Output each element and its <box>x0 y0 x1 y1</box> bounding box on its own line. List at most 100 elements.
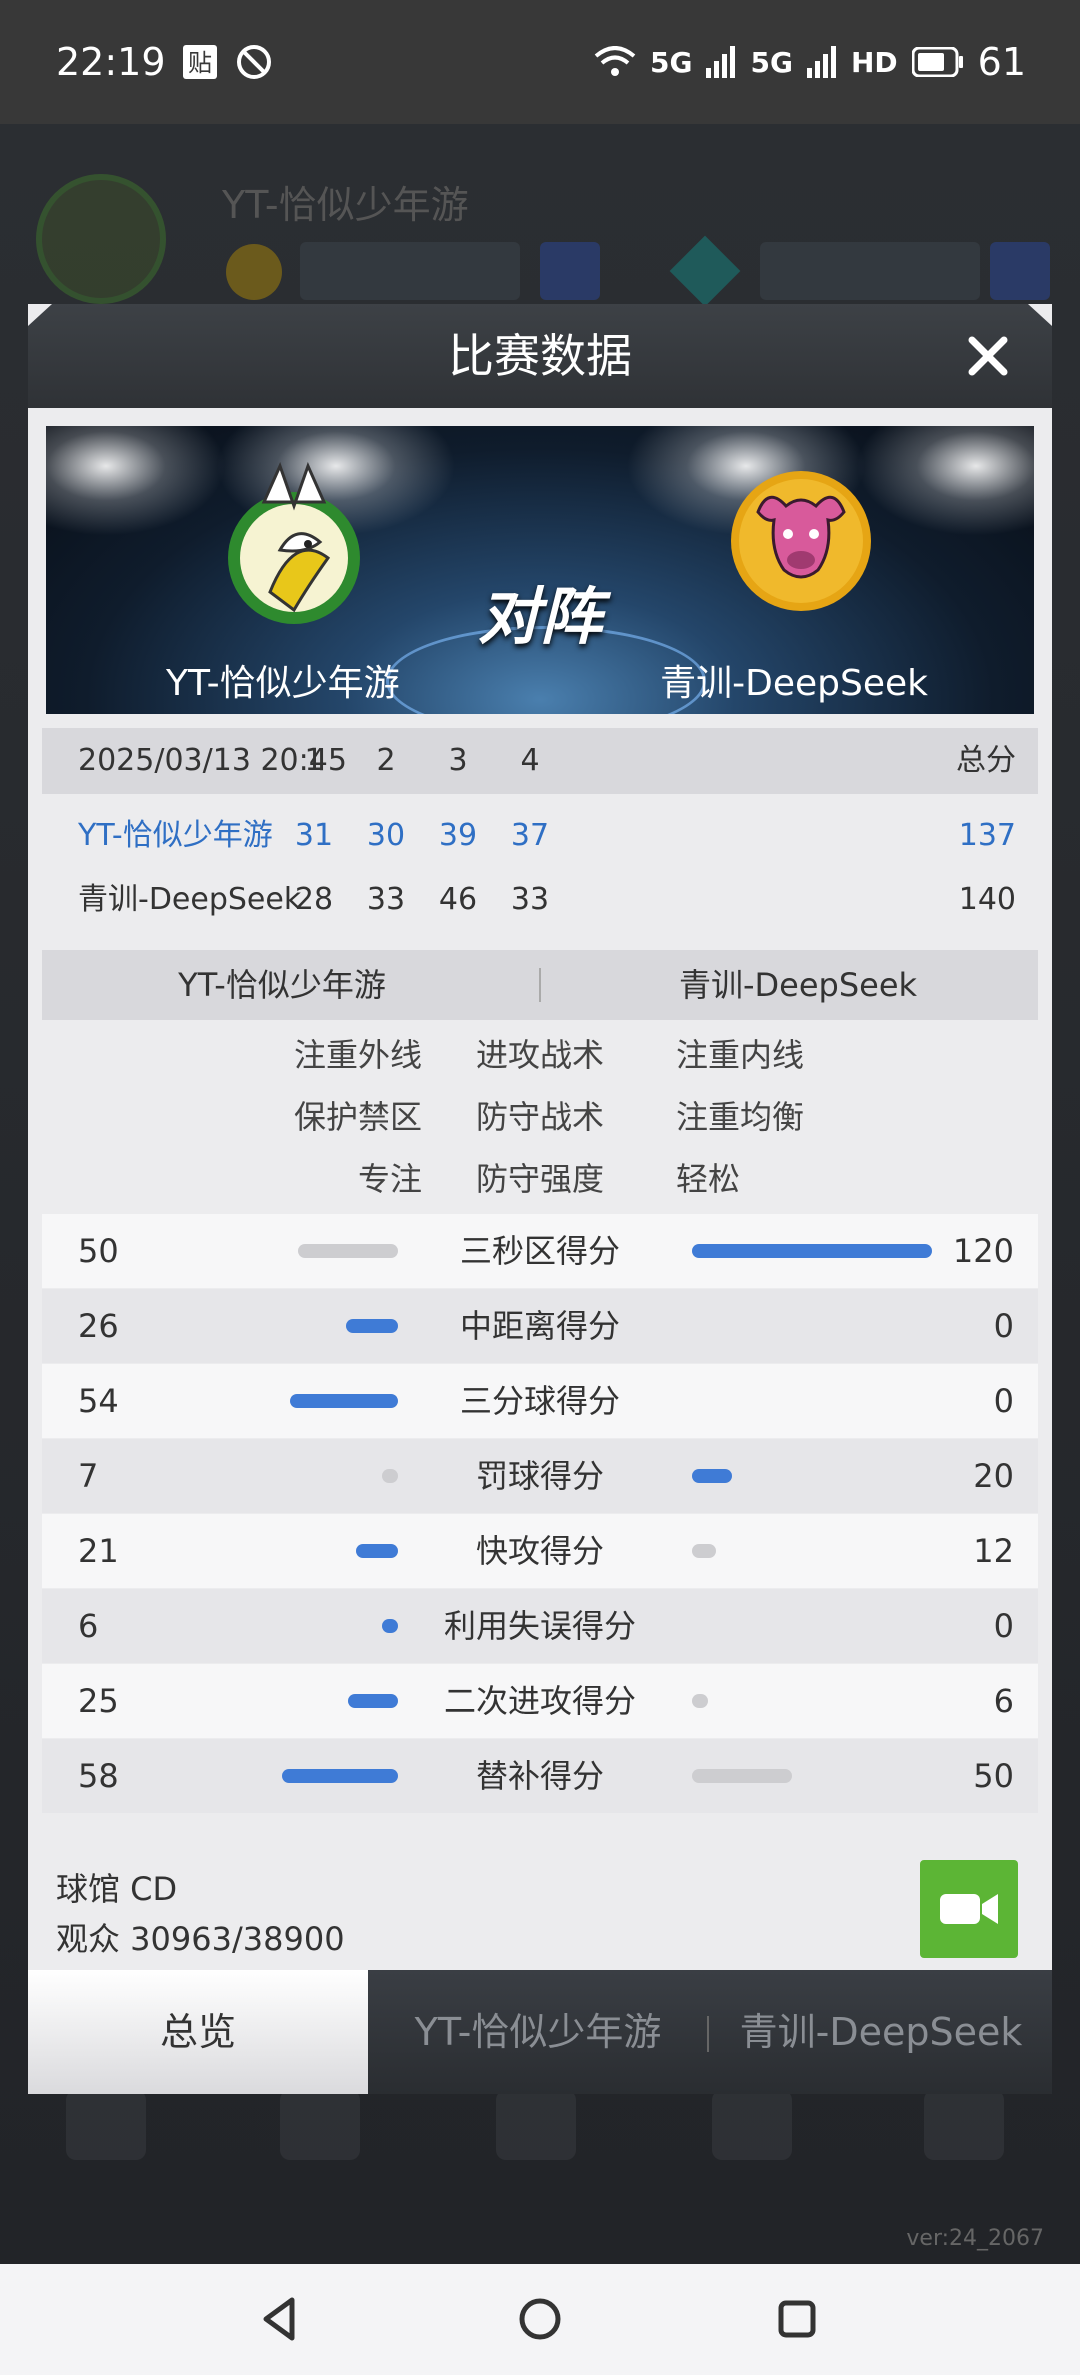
stat-row: 26 中距离得分 0 <box>42 1289 1038 1363</box>
hd-indicator: HD <box>850 45 898 79</box>
quarter-score: 28 <box>294 882 334 917</box>
close-button[interactable] <box>958 326 1018 386</box>
away-stat-value: 20 <box>973 1457 1014 1495</box>
stat-row: 54 三分球得分 0 <box>42 1364 1038 1438</box>
bg-nav-icon-5 <box>924 2090 1004 2160</box>
home-stat-bar <box>382 1619 398 1633</box>
stat-row: 50 三秒区得分 120 <box>42 1214 1038 1288</box>
away-stat-value: 50 <box>973 1757 1014 1795</box>
gem-balance <box>760 242 980 300</box>
tactics-away-team: 青训-DeepSeek <box>678 966 918 1004</box>
tactics-row: 注重外线 进攻战术 注重内线 <box>42 1024 1038 1086</box>
home-icon <box>519 2298 561 2340</box>
close-icon <box>968 336 1008 376</box>
status-right: 5G 5G HD 61 <box>594 40 1026 84</box>
back-icon <box>263 2297 295 2341</box>
stat-row: 25 二次进攻得分 6 <box>42 1664 1038 1738</box>
home-stat-bar <box>356 1544 398 1558</box>
away-tactic: 注重均衡 <box>676 1098 805 1136</box>
home-team-link[interactable]: YT-恰似少年游 <box>78 804 273 868</box>
home-stat-bar <box>290 1394 398 1408</box>
bg-nav-icon-4 <box>712 2090 792 2160</box>
bg-nav-icon-3 <box>496 2090 576 2160</box>
stat-row: 58 替补得分 50 <box>42 1739 1038 1813</box>
away-stat-value: 0 <box>993 1307 1014 1345</box>
add-coin-button <box>540 242 600 300</box>
background-team-name: YT-恰似少年游 <box>222 183 469 227</box>
stat-row: 6 利用失误得分 0 <box>42 1589 1038 1663</box>
attendance: 观众 30963/38900 <box>56 1920 345 1958</box>
modal-title: 比赛数据 <box>448 329 632 383</box>
away-stat-value: 12 <box>973 1532 1014 1570</box>
network-type: 5G <box>650 45 693 79</box>
total-label: 总分 <box>956 743 1016 778</box>
match-data-modal: 比赛数据 对阵 YT-恰似少年游 青训-DeepSeek 2025/03/13 … <box>28 304 1052 2094</box>
tab-overview[interactable]: 总览 <box>28 1970 368 2094</box>
video-camera-icon <box>940 1894 998 1924</box>
svg-text:贴: 贴 <box>188 49 212 77</box>
tab-away-team[interactable]: 青训-DeepSeek <box>710 1970 1052 2094</box>
stat-label: 利用失误得分 <box>443 1607 636 1645</box>
tactic-label: 防守强度 <box>475 1160 604 1198</box>
away-score-row: 青训-DeepSeek 28 33 46 33 140 <box>42 868 1038 932</box>
away-stat-bar <box>692 1244 932 1258</box>
video-replay-button[interactable] <box>920 1860 1018 1958</box>
home-stat-bar <box>348 1694 398 1708</box>
home-stat-bar <box>282 1769 398 1783</box>
sticker-icon: 贴 <box>182 44 218 80</box>
quarter-score: 30 <box>366 818 406 853</box>
network-type-2: 5G <box>750 45 793 79</box>
home-score-row[interactable]: YT-恰似少年游 31 30 39 37 137 <box>42 804 1038 868</box>
away-team-label: 青训-DeepSeek <box>78 882 302 917</box>
bottom-tabs: 总览 YT-恰似少年游 青训-DeepSeek <box>28 1970 1052 2094</box>
home-stat-bar <box>382 1469 398 1483</box>
stat-label: 中距离得分 <box>459 1307 620 1345</box>
away-stat-bar <box>692 1544 716 1558</box>
home-button[interactable] <box>509 2288 571 2350</box>
stat-label: 三分球得分 <box>459 1382 620 1420</box>
home-stat-bar <box>298 1244 398 1258</box>
divider <box>539 968 541 1002</box>
signal-icon <box>706 46 736 78</box>
tactics-header: YT-恰似少年游 青训-DeepSeek <box>42 950 1038 1020</box>
stat-label: 快攻得分 <box>475 1532 604 1570</box>
away-tactic: 注重内线 <box>676 1036 805 1074</box>
quarter-score: 46 <box>438 882 478 917</box>
tactics-row: 保护禁区 防守战术 注重均衡 <box>42 1086 1038 1148</box>
away-stat-bar <box>692 1469 732 1483</box>
stat-label: 二次进攻得分 <box>443 1682 636 1720</box>
gem-icon <box>669 235 741 307</box>
quarter-score: 33 <box>510 882 550 917</box>
bg-nav-icon-1 <box>66 2090 146 2160</box>
tactics-home-team: YT-恰似少年游 <box>178 966 386 1004</box>
vs-label: 对阵 <box>477 580 602 653</box>
quarter-score: 39 <box>438 818 478 853</box>
stat-label: 替补得分 <box>475 1757 604 1795</box>
version-label: ver:24_2067 <box>906 2226 1044 2251</box>
signal-icon-2 <box>806 46 836 78</box>
away-stat-value: 0 <box>993 1382 1014 1420</box>
recents-button[interactable] <box>766 2288 828 2350</box>
quarter-label: 3 <box>448 743 468 778</box>
coin-balance <box>300 242 520 300</box>
tab-home-team[interactable]: YT-恰似少年游 <box>368 1970 708 2094</box>
matchup-banner: 对阵 YT-恰似少年游 青训-DeepSeek <box>46 426 1034 714</box>
quarter-label: 1 <box>304 743 324 778</box>
total-score: 137 <box>958 818 1016 853</box>
away-stat-bar <box>692 1769 792 1783</box>
away-team-name: 青训-DeepSeek <box>660 663 928 704</box>
away-stat-value: 120 <box>952 1232 1014 1270</box>
quarter-score: 37 <box>510 818 550 853</box>
back-button[interactable] <box>250 2288 312 2350</box>
recents-icon <box>778 2300 816 2338</box>
battery-icon <box>911 47 963 77</box>
avatar <box>36 174 166 304</box>
away-tactic: 轻松 <box>676 1160 741 1198</box>
quarter-label: 4 <box>520 743 540 778</box>
divider <box>707 2016 709 2052</box>
home-team-name: YT-恰似少年游 <box>166 663 400 704</box>
away-stat-value: 0 <box>993 1607 1014 1645</box>
stadium-light <box>856 426 1034 536</box>
bg-nav-icon-2 <box>280 2090 360 2160</box>
stat-row: 21 快攻得分 12 <box>42 1514 1038 1588</box>
